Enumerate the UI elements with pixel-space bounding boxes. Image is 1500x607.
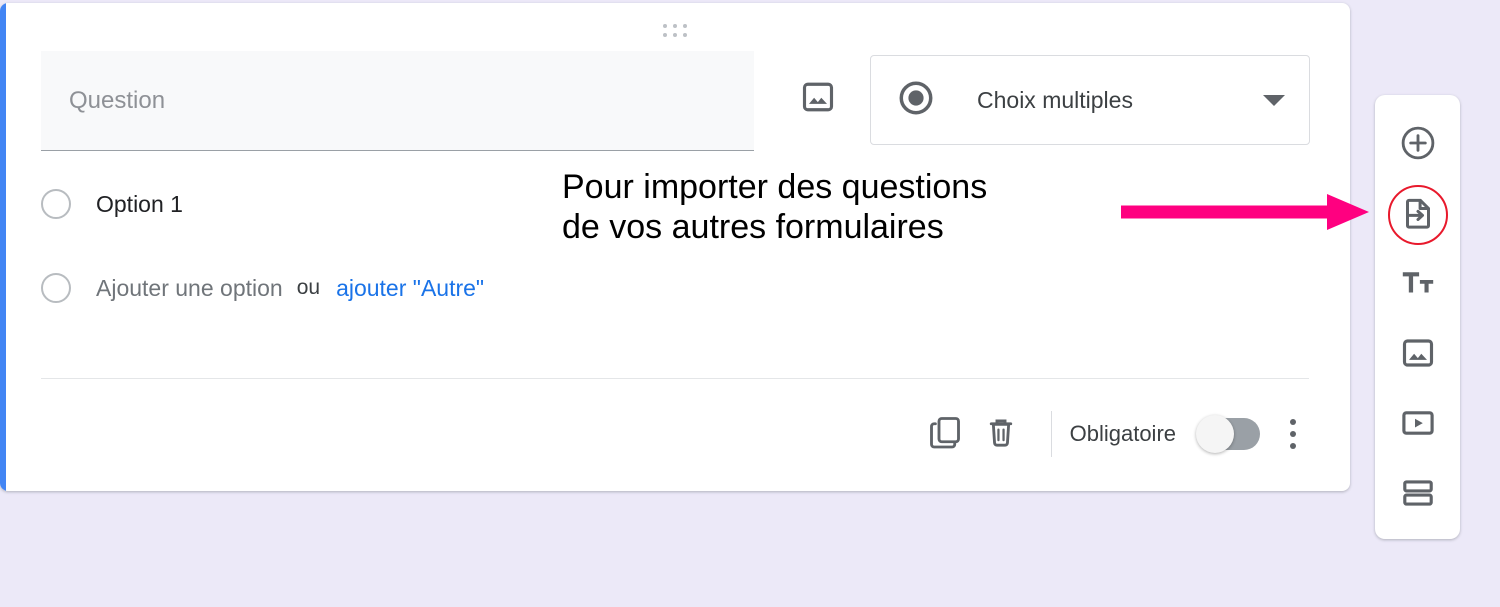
chevron-down-icon[interactable] — [1263, 94, 1285, 106]
text-tt-icon — [1399, 264, 1437, 307]
option-radio-icon — [41, 189, 71, 219]
sidebar-item-add-video[interactable] — [1390, 397, 1446, 453]
drag-handle-icon[interactable] — [663, 24, 689, 37]
add-option-radio-icon — [41, 273, 71, 303]
question-input[interactable]: Question — [41, 51, 754, 151]
drag-dot — [663, 24, 667, 28]
card-divider — [41, 378, 1309, 379]
add-option-row[interactable]: Ajouter une option ou ajouter "Autre" — [41, 273, 484, 303]
option-label[interactable]: Option 1 — [96, 191, 183, 218]
duplicate-button[interactable] — [917, 406, 973, 462]
card-accent-bar — [0, 3, 6, 491]
add-circle-icon — [1399, 124, 1437, 167]
kebab-dot — [1290, 431, 1296, 437]
required-toggle[interactable] — [1196, 415, 1260, 453]
video-icon — [1400, 405, 1436, 446]
annotation-arrow-icon — [1121, 192, 1369, 232]
drag-dot — [683, 32, 687, 37]
more-options-button[interactable] — [1278, 411, 1308, 457]
sidebar-item-import-questions[interactable] — [1387, 185, 1448, 245]
required-label: Obligatoire — [1069, 421, 1176, 446]
toggle-knob — [1196, 415, 1234, 453]
drag-dot — [673, 32, 677, 37]
kebab-dot — [1290, 443, 1296, 449]
annotation-text: Pour importer des questions de vos autre… — [562, 168, 988, 246]
delete-icon — [983, 414, 1019, 455]
question-type-select[interactable]: Choix multiples — [870, 55, 1310, 145]
section-icon — [1400, 475, 1436, 516]
question-type-label: Choix multiples — [977, 86, 1133, 113]
sidebar-item-add-section[interactable] — [1390, 467, 1446, 523]
side-toolbar — [1375, 95, 1460, 539]
image-icon — [1400, 335, 1436, 376]
image-icon — [800, 79, 836, 120]
add-option-separator: ou — [296, 276, 321, 299]
question-toolbar: Obligatoire — [917, 403, 1308, 465]
duplicate-icon — [927, 414, 963, 455]
question-placeholder: Question — [69, 86, 166, 114]
drag-dot — [683, 24, 687, 28]
delete-button[interactable] — [973, 406, 1029, 462]
kebab-dot — [1290, 419, 1296, 425]
highlight-ring — [1387, 185, 1448, 245]
sidebar-item-add-title[interactable] — [1390, 257, 1446, 313]
drag-dot — [673, 24, 677, 28]
radio-button-icon — [897, 79, 935, 122]
sidebar-item-add-question[interactable] — [1390, 117, 1446, 173]
drag-dot — [663, 32, 667, 37]
question-header-row: Question Choix multiples — [41, 51, 1311, 151]
add-option-label[interactable]: Ajouter une option — [96, 275, 283, 302]
add-image-to-question-button[interactable] — [796, 77, 840, 121]
option-row[interactable]: Option 1 — [41, 189, 183, 219]
toolbar-divider — [1050, 411, 1052, 457]
add-other-link[interactable]: ajouter "Autre" — [336, 275, 484, 302]
sidebar-item-add-image[interactable] — [1390, 327, 1446, 383]
